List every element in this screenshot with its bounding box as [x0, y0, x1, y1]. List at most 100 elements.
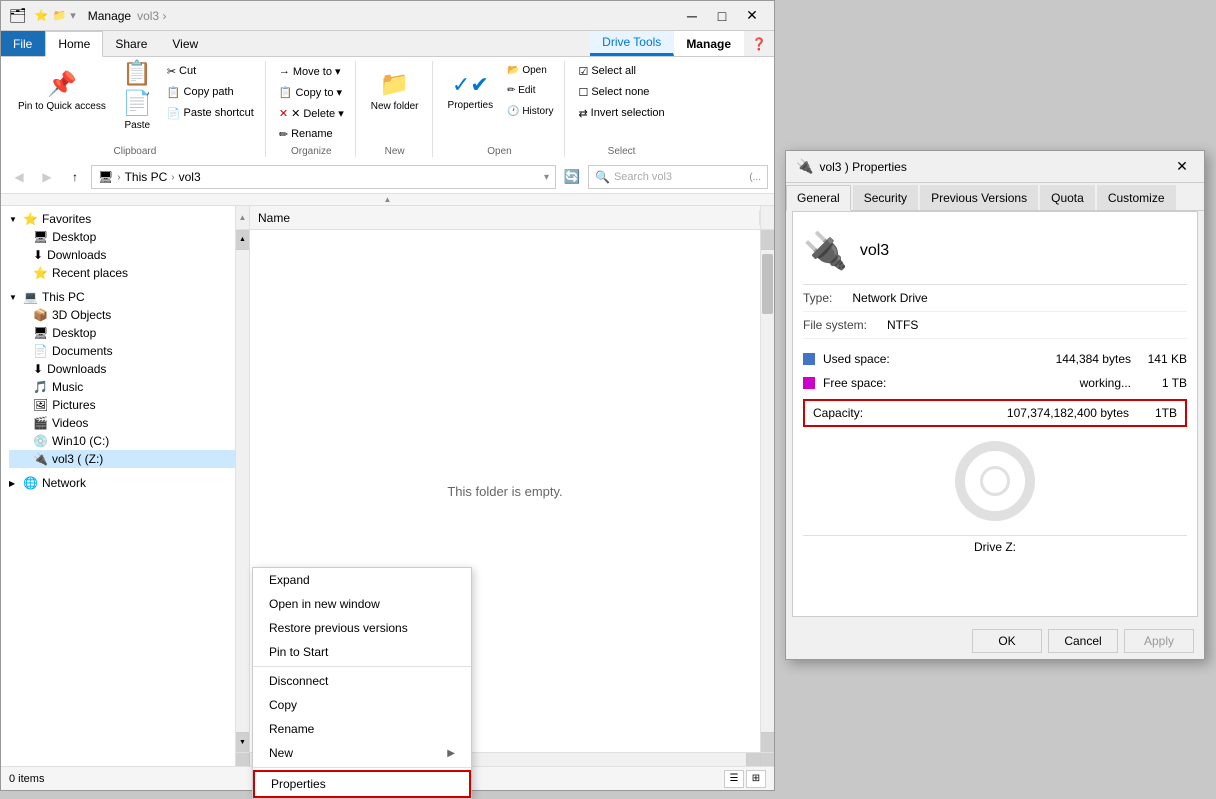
- nav-this-pc[interactable]: ▼ 💻 This PC: [1, 288, 235, 306]
- tab-view[interactable]: View: [160, 31, 211, 56]
- free-space-label: Free space:: [823, 376, 1072, 390]
- nav-desktop[interactable]: 🖥 Desktop: [9, 228, 235, 246]
- tab-manage-active[interactable]: Manage: [674, 31, 744, 56]
- tab-customize[interactable]: Customize: [1097, 185, 1176, 210]
- invert-selection-button[interactable]: ⇄ Invert selection: [573, 103, 669, 123]
- paste-button[interactable]: Paste: [115, 99, 160, 121]
- left-scrollbar[interactable]: ▲ ▼: [236, 230, 250, 752]
- ctx-pin-start[interactable]: Pin to Start: [253, 640, 471, 664]
- type-value: Network Drive: [852, 291, 1187, 305]
- select-all-icon: ☑: [578, 65, 588, 78]
- favorites-expand-icon: ▼: [9, 215, 19, 224]
- scroll-up-btn[interactable]: ▲: [236, 230, 249, 250]
- select-all-button[interactable]: ☑ Select all: [573, 61, 669, 81]
- nav-downloads[interactable]: ⬇ Downloads: [9, 246, 235, 264]
- paste-shortcut-button[interactable]: 📄 Paste shortcut: [162, 103, 259, 123]
- nav-documents[interactable]: 📄 Documents: [9, 342, 235, 360]
- details-view-button[interactable]: ☰: [724, 770, 744, 788]
- tab-general[interactable]: General: [786, 185, 851, 211]
- ctx-disconnect[interactable]: Disconnect: [253, 669, 471, 693]
- path-dropdown-icon[interactable]: ▾: [544, 172, 549, 183]
- help-button[interactable]: ❓: [744, 31, 774, 56]
- up-button[interactable]: ↑: [63, 165, 87, 189]
- hscroll-left[interactable]: [236, 753, 250, 766]
- title-bar: 🗂 ⭐ 📁 ▾ Manage vol3 › ─ □ ✕: [1, 1, 774, 31]
- close-button[interactable]: ✕: [738, 6, 766, 26]
- cancel-button[interactable]: Cancel: [1048, 629, 1118, 653]
- copy-to-icon: 📋: [279, 86, 293, 99]
- videos-label: Videos: [52, 416, 88, 430]
- minimize-button[interactable]: ─: [678, 6, 706, 26]
- tab-file[interactable]: File: [1, 31, 45, 56]
- nav-network[interactable]: ▶ 🌐 Network: [1, 474, 235, 492]
- search-box[interactable]: 🔍 Search vol3 (...: [588, 165, 768, 189]
- win10-icon: 💿: [33, 434, 48, 448]
- ctx-open-new-window[interactable]: Open in new window: [253, 592, 471, 616]
- tab-quota[interactable]: Quota: [1040, 185, 1095, 210]
- forward-button[interactable]: ▶: [35, 165, 59, 189]
- ctx-new[interactable]: New ▶: [253, 741, 471, 765]
- tab-share[interactable]: Share: [103, 31, 160, 56]
- nav-favorites[interactable]: ▼ ⭐ Favorites: [1, 210, 235, 228]
- ctx-rename[interactable]: Rename: [253, 717, 471, 741]
- hscroll-right[interactable]: [746, 753, 760, 766]
- nav-3dobjects[interactable]: 📦 3D Objects: [9, 306, 235, 324]
- tab-security[interactable]: Security: [853, 185, 918, 210]
- address-bar: ◀ ▶ ↑ 🖥 › This PC › vol3 ▾ 🔄 🔍 Search vo…: [1, 161, 774, 194]
- ctx-restore-versions[interactable]: Restore previous versions: [253, 616, 471, 640]
- new-folder-button[interactable]: New folder: [364, 61, 426, 121]
- ctx-copy[interactable]: Copy: [253, 693, 471, 717]
- nav-pc-downloads[interactable]: ⬇ Downloads: [9, 360, 235, 378]
- ctx-properties[interactable]: Properties: [253, 770, 471, 798]
- clipboard-label: Clipboard: [114, 146, 157, 157]
- open-items: ✔ Properties 📂 Open ✏ Edit 🕐 History: [441, 61, 559, 144]
- move-to-button[interactable]: → Move to ▾: [274, 61, 349, 81]
- history-button[interactable]: 🕐 History: [502, 102, 558, 121]
- select-buttons: ☑ Select all ☐ Select none ⇄ Invert sele…: [573, 61, 669, 123]
- address-path[interactable]: 🖥 › This PC › vol3 ▾: [91, 165, 556, 189]
- ribbon-group-clipboard: Pin to Quick access Copy Paste ✂ Cu: [5, 61, 266, 157]
- nav-recent[interactable]: ⭐ Recent places: [9, 264, 235, 282]
- right-scrollbar[interactable]: [760, 230, 774, 752]
- ribbon-group-organize: → Move to ▾ 📋 Copy to ▾ ✕ ✕ Delete ▾ ✏ R…: [268, 61, 356, 157]
- nav-music[interactable]: 🎵 Music: [9, 378, 235, 396]
- pin-to-quick-access-button[interactable]: Pin to Quick access: [11, 61, 113, 121]
- tab-previous-versions[interactable]: Previous Versions: [920, 185, 1038, 210]
- apply-button[interactable]: Apply: [1124, 629, 1194, 653]
- copy-to-button[interactable]: 📋 Copy to ▾: [274, 82, 349, 102]
- back-button[interactable]: ◀: [7, 165, 31, 189]
- nav-videos[interactable]: 🎬 Videos: [9, 414, 235, 432]
- large-icons-view-button[interactable]: ⊞: [746, 770, 766, 788]
- ok-button[interactable]: OK: [972, 629, 1042, 653]
- nav-vol3[interactable]: 🔌 vol3 ( (Z:): [9, 450, 235, 468]
- cut-button[interactable]: ✂ Cut: [162, 61, 259, 81]
- tab-home[interactable]: Home: [45, 31, 103, 57]
- capacity-row: Capacity: 107,374,182,400 bytes 1TB: [803, 399, 1187, 427]
- open-label: Open: [487, 146, 511, 157]
- dialog-close-button[interactable]: ✕: [1170, 157, 1194, 177]
- vscroll-up[interactable]: [761, 230, 774, 250]
- thispc-expand-icon: ▼: [9, 293, 19, 302]
- maximize-button[interactable]: □: [708, 6, 736, 26]
- tab-drive-tools[interactable]: Drive Tools: [590, 31, 674, 56]
- ctx-expand[interactable]: Expand: [253, 568, 471, 592]
- nav-pictures[interactable]: 🖼 Pictures: [9, 396, 235, 414]
- rename-button[interactable]: ✏ Rename: [274, 124, 349, 144]
- vscroll-down[interactable]: [761, 732, 774, 752]
- name-column-header[interactable]: Name: [250, 211, 760, 225]
- delete-button[interactable]: ✕ ✕ Delete ▾: [274, 103, 349, 123]
- scroll-down-btn[interactable]: ▼: [236, 732, 249, 752]
- select-none-button[interactable]: ☐ Select none: [573, 82, 669, 102]
- open-button[interactable]: 📂 Open: [502, 61, 558, 80]
- edit-button[interactable]: ✏ Edit: [502, 81, 558, 100]
- properties-button[interactable]: ✔ Properties: [441, 61, 501, 121]
- rename-icon: ✏: [279, 128, 288, 141]
- scroll-track: [236, 250, 249, 732]
- copy-path-button[interactable]: 📋 Copy path: [162, 82, 259, 102]
- empty-folder-text: This folder is empty.: [447, 484, 562, 499]
- nav-win10-c[interactable]: 💿 Win10 (C:): [9, 432, 235, 450]
- scroll-up-arrow[interactable]: ▲: [236, 206, 250, 229]
- ribbon-collapse[interactable]: ▲: [1, 194, 774, 206]
- refresh-button[interactable]: 🔄: [560, 165, 584, 189]
- nav-pc-desktop[interactable]: 🖥 Desktop: [9, 324, 235, 342]
